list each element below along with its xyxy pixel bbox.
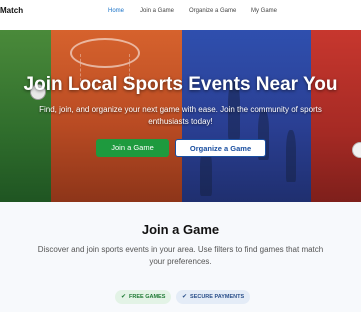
join-a-game-button[interactable]: Join a Game bbox=[96, 139, 169, 157]
secure-payments-badge: ✔ SECURE PAYMENTS bbox=[176, 290, 251, 304]
hero-title: Join Local Sports Events Near You bbox=[23, 74, 338, 95]
section-description: Discover and join sports events in your … bbox=[37, 245, 324, 266]
organize-a-game-button[interactable]: Organize a Game bbox=[175, 139, 266, 157]
baseball-graphic bbox=[352, 142, 361, 158]
hero-banner: Join Local Sports Events Near You Find, … bbox=[0, 30, 361, 202]
nav-link-join-a-game[interactable]: Join a Game bbox=[140, 8, 174, 14]
check-circle-icon: ✔ bbox=[121, 294, 127, 300]
hero-subtitle: Find, join, and organize your next game … bbox=[39, 105, 322, 126]
join-a-game-section: Join a Game Discover and join sports eve… bbox=[0, 202, 361, 312]
nav-link-organize-a-game[interactable]: Organize a Game bbox=[189, 8, 236, 14]
badge-label: SECURE PAYMENTS bbox=[190, 294, 245, 300]
badge-label: FREE GAMES bbox=[129, 294, 166, 300]
nav-link-home[interactable]: Home bbox=[108, 8, 124, 14]
top-navbar: Match Home Join a Game Organize a Game M… bbox=[0, 0, 361, 24]
section-title: Join a Game bbox=[141, 222, 220, 237]
shield-check-icon: ✔ bbox=[182, 294, 188, 300]
brand-logo[interactable]: Match bbox=[0, 6, 23, 15]
nav-link-my-game[interactable]: My Game bbox=[251, 8, 277, 14]
free-games-badge: ✔ FREE GAMES bbox=[115, 290, 172, 304]
player-silhouette bbox=[286, 130, 296, 182]
